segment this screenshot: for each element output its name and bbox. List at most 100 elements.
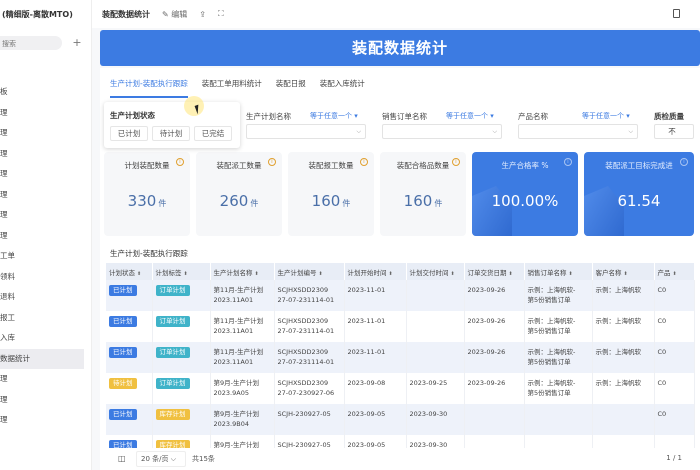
filter-input-plan-name[interactable]: ⌵	[246, 124, 366, 139]
cell-start: 2023-11-01	[344, 342, 407, 373]
sidebar-item[interactable]: 退料	[0, 287, 92, 308]
table-row[interactable]: 已计划 订单计划 第11月-生产计划 2023.11A01 SCJHXSDD2309 27…	[106, 280, 695, 311]
share-icon[interactable]: ⇪	[199, 10, 206, 19]
sidebar-item[interactable]: 理	[0, 103, 92, 124]
column-header[interactable]: 生产计划编号 ⬍	[274, 263, 345, 280]
sidebar-item[interactable]: 理	[0, 123, 92, 144]
filter-op-product-name[interactable]: 等于任意一个 ▾	[582, 111, 630, 121]
sidebar-item[interactable]: 理	[0, 369, 92, 390]
status-badge: 已计划	[109, 347, 137, 358]
page-size-value: 20 条/页	[141, 455, 169, 463]
cell-tag: 订单计划	[152, 342, 211, 373]
sidebar-item[interactable]: 理	[0, 226, 92, 247]
tab-3[interactable]: 装配入库统计	[320, 78, 365, 98]
add-button[interactable]: +	[70, 36, 84, 50]
filter-label-plan-name: 生产计划名称	[246, 112, 291, 121]
filter-input-product-name[interactable]: ⌵	[518, 124, 638, 139]
sort-icon[interactable]: ⬍	[624, 271, 628, 277]
sort-icon[interactable]: ⬍	[673, 271, 677, 277]
column-header[interactable]: 客户名称 ⬍	[592, 263, 655, 280]
filter-input-order-name[interactable]: ⌵	[382, 124, 502, 139]
cell-start: 2023-11-01	[344, 311, 407, 342]
panel-toggle-icon[interactable]	[673, 9, 680, 18]
sidebar-item[interactable]: 工单	[0, 246, 92, 267]
tab-1[interactable]: 装配工单用料统计	[202, 78, 262, 98]
cell-due: 2023-09-26	[464, 342, 525, 373]
sort-icon[interactable]: ⬍	[255, 271, 259, 277]
tab-0[interactable]: 生产计划-装配执行跟踪	[110, 78, 188, 98]
status-option-planned[interactable]: 已计划	[110, 126, 148, 141]
kpi-card: 装配派工目标完成进 i 61.54	[584, 152, 694, 236]
sort-icon[interactable]: ⬍	[319, 271, 323, 277]
column-header[interactable]: 生产计划名称 ⬍	[210, 263, 275, 280]
cell-plan-code: SCJHXSDD2309 27-07-231114-01	[274, 342, 345, 373]
cell-tag: 库存计划	[152, 404, 211, 435]
sort-icon[interactable]: ⬍	[509, 271, 513, 277]
edit-button[interactable]: ✎ 编辑	[162, 9, 187, 20]
sidebar-item[interactable]: 入库	[0, 328, 92, 349]
filter-op-order-name[interactable]: 等于任意一个 ▾	[446, 111, 494, 121]
cell-order-name: 示例：上海帆软- 第5份销售订单	[524, 342, 593, 373]
page-indicator[interactable]: 1 / 1	[666, 454, 682, 462]
table-row[interactable]: 已计划 订单计划 第11月-生产计划 2023.11A01 SCJHXSDD2309 27…	[106, 311, 695, 342]
sort-icon[interactable]: ⬍	[184, 271, 188, 277]
column-header[interactable]: 订单交货日期 ⬍	[464, 263, 525, 280]
column-header[interactable]: 计划标签 ⬍	[152, 263, 211, 280]
sort-icon[interactable]: ⬍	[389, 271, 393, 277]
kpi-unit: 件	[250, 199, 259, 208]
sidebar-item[interactable]: 理	[0, 144, 92, 165]
kpi-card: 生产合格率 % i 100.00%	[472, 152, 578, 236]
kpi-unit: 件	[434, 199, 443, 208]
info-icon[interactable]: i	[268, 158, 276, 166]
tag-badge: 订单计划	[155, 316, 190, 327]
filter-input-quality[interactable]: 不	[654, 124, 694, 139]
sidebar-item[interactable]: 报工	[0, 308, 92, 329]
status-option-completed[interactable]: 已完结	[194, 126, 232, 141]
cell-deliver: 2023-09-25	[406, 373, 465, 404]
sidebar-item[interactable]: 理	[0, 205, 92, 226]
cell-order-name-line2: 第5份销售订单	[527, 296, 571, 304]
sidebar-item[interactable]: 理	[0, 410, 92, 431]
sort-icon[interactable]: ⬍	[137, 271, 141, 277]
column-header[interactable]: 计划开始时间 ⬍	[344, 263, 407, 280]
filter-label-order-name: 销售订单名称	[382, 112, 427, 121]
fullscreen-icon[interactable]: ⛶	[218, 9, 224, 19]
cell-due	[464, 404, 525, 435]
cell-plan-name-line2: 2023.11A01	[213, 296, 254, 304]
info-icon[interactable]: i	[680, 158, 688, 166]
cell-plan-code-line2: 27-07-231114-01	[277, 296, 335, 304]
column-header[interactable]: 计划状态 ⬍	[106, 263, 153, 280]
menu-search-input[interactable]: 搜索	[0, 36, 62, 50]
column-settings-icon[interactable]: ◫	[118, 454, 126, 463]
cell-plan-name-line1: 第11月-生产计划	[213, 286, 264, 294]
column-header[interactable]: 销售订单名称 ⬍	[524, 263, 593, 280]
info-icon[interactable]: i	[176, 158, 184, 166]
info-icon[interactable]: i	[360, 158, 368, 166]
sidebar-item[interactable]: 理	[0, 390, 92, 411]
sidebar-item[interactable]: 数据统计	[0, 348, 84, 369]
table-row[interactable]: 已计划 订单计划 第11月-生产计划 2023.11A01 SCJHXSDD2309 27…	[106, 342, 695, 373]
info-icon[interactable]: i	[564, 158, 572, 166]
info-icon[interactable]: i	[452, 158, 460, 166]
cell-plan-code-line1: SCJHXSDD2309	[277, 286, 329, 294]
column-header[interactable]: 产品 ⬍	[654, 263, 695, 280]
sort-icon[interactable]: ⬍	[451, 271, 455, 277]
sidebar-item[interactable]: 理	[0, 185, 92, 206]
popup-title: 生产计划状态	[110, 111, 155, 120]
cell-plan-code-line2: 27-07-231114-01	[277, 327, 335, 335]
sidebar-item[interactable]: 领料	[0, 267, 92, 288]
table-row[interactable]: 待计划 订单计划 第9月-生产计划 2023.9A05 SCJHXSDD2309 27-0…	[106, 373, 695, 404]
status-option-pending[interactable]: 待计划	[152, 126, 190, 141]
tab-2[interactable]: 装配日报	[276, 78, 306, 98]
sidebar-item[interactable]: 板	[0, 82, 92, 103]
filter-label-product-name: 产品名称	[518, 112, 548, 121]
page-size-select[interactable]: 20 条/页 ⌵	[136, 451, 186, 467]
sort-icon[interactable]: ⬍	[569, 271, 573, 277]
cell-due: 2023-09-26	[464, 280, 525, 311]
column-header[interactable]: 计划交付时间 ⬍	[406, 263, 465, 280]
chevron-down-icon: ⌵	[170, 455, 177, 463]
cell-plan-code: SCJHXSDD2309 27-07-230927-06	[274, 373, 345, 404]
sidebar-item[interactable]: 理	[0, 164, 92, 185]
table-row[interactable]: 已计划 库存计划 第9月-生产计划 2023.9B04 SCJH-230927-05 20…	[106, 404, 695, 435]
filter-op-plan-name[interactable]: 等于任意一个 ▾	[310, 111, 358, 121]
